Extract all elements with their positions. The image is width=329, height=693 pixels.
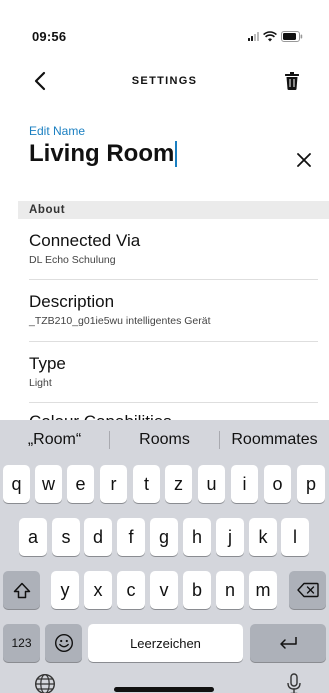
on-screen-keyboard: „Room“ Rooms Roommates q w e r t z u i o…	[0, 420, 329, 693]
key-z[interactable]: z	[165, 465, 192, 503]
text-cursor	[175, 141, 178, 167]
delete-key[interactable]	[289, 571, 326, 609]
key-t[interactable]: t	[133, 465, 160, 503]
name-field[interactable]: Living Room	[29, 140, 299, 176]
suggestion-item[interactable]: Rooms	[110, 431, 219, 449]
globe-button[interactable]	[33, 672, 57, 693]
row-type[interactable]: Type Light	[29, 354, 318, 390]
key-x[interactable]: x	[84, 571, 112, 609]
row-subtitle: Light	[29, 377, 52, 389]
key-m[interactable]: m	[249, 571, 277, 609]
key-q[interactable]: q	[3, 465, 30, 503]
status-icons	[248, 30, 303, 42]
suggestion-item[interactable]: Roommates	[220, 431, 329, 449]
emoji-icon	[54, 633, 73, 653]
key-c[interactable]: c	[117, 571, 145, 609]
globe-icon	[35, 674, 55, 693]
key-r[interactable]: r	[100, 465, 127, 503]
row-title: Type	[29, 354, 66, 373]
dictation-button[interactable]	[282, 671, 306, 693]
page-title: SETTINGS	[131, 75, 198, 87]
name-input-value[interactable]: Living Room	[29, 140, 174, 168]
close-icon	[297, 153, 311, 167]
suggestion-bar: „Room“ Rooms Roommates	[0, 420, 329, 460]
edit-name-label: Edit Name	[29, 124, 86, 138]
key-f[interactable]: f	[117, 518, 145, 556]
numbers-key[interactable]: 123	[3, 624, 40, 662]
key-a[interactable]: a	[19, 518, 47, 556]
key-u[interactable]: u	[198, 465, 225, 503]
divider	[29, 279, 318, 280]
backspace-icon	[296, 582, 319, 598]
key-w[interactable]: w	[35, 465, 62, 503]
key-y[interactable]: y	[51, 571, 79, 609]
row-connected-via[interactable]: Connected Via DL Echo Schulung	[29, 231, 318, 267]
clear-name-button[interactable]	[293, 149, 315, 171]
space-key[interactable]: Leerzeichen	[88, 624, 243, 662]
key-h[interactable]: h	[183, 518, 211, 556]
key-b[interactable]: b	[183, 571, 211, 609]
row-title: Connected Via	[29, 231, 141, 250]
cellular-signal-icon	[248, 31, 259, 41]
row-subtitle: DL Echo Schulung	[29, 254, 116, 266]
status-bar: 09:56	[0, 0, 329, 54]
row-description[interactable]: Description _TZB210_g01ie5wu intelligent…	[29, 292, 318, 328]
key-p[interactable]: p	[297, 465, 325, 503]
battery-icon	[281, 30, 303, 42]
shift-icon	[13, 582, 30, 598]
divider	[29, 402, 318, 403]
key-s[interactable]: s	[52, 518, 80, 556]
key-k[interactable]: k	[249, 518, 277, 556]
key-l[interactable]: l	[281, 518, 309, 556]
key-o[interactable]: o	[264, 465, 291, 503]
key-j[interactable]: j	[216, 518, 244, 556]
shift-key[interactable]	[3, 571, 40, 609]
key-v[interactable]: v	[150, 571, 178, 609]
row-title: Description	[29, 292, 115, 311]
return-key[interactable]	[250, 624, 326, 662]
home-indicator[interactable]	[114, 687, 214, 692]
divider	[29, 341, 318, 342]
delete-device-button[interactable]	[281, 69, 303, 93]
wifi-icon	[263, 30, 277, 41]
nav-header: SETTINGS	[0, 64, 329, 98]
app-screen: 09:56 SETTINGS Edit Name Living Room Abo…	[0, 0, 329, 693]
key-e[interactable]: e	[67, 465, 94, 503]
key-n[interactable]: n	[216, 571, 244, 609]
key-i[interactable]: i	[231, 465, 258, 503]
key-d[interactable]: d	[84, 518, 112, 556]
trash-icon	[285, 72, 299, 90]
status-time: 09:56	[32, 29, 67, 44]
return-icon	[280, 637, 297, 649]
section-header-about: About	[18, 201, 329, 219]
row-subtitle: _TZB210_g01ie5wu intelligentes Gerät	[29, 315, 211, 327]
microphone-icon	[287, 673, 301, 693]
key-g[interactable]: g	[150, 518, 178, 556]
suggestion-item[interactable]: „Room“	[0, 431, 109, 449]
emoji-key[interactable]	[45, 624, 82, 662]
